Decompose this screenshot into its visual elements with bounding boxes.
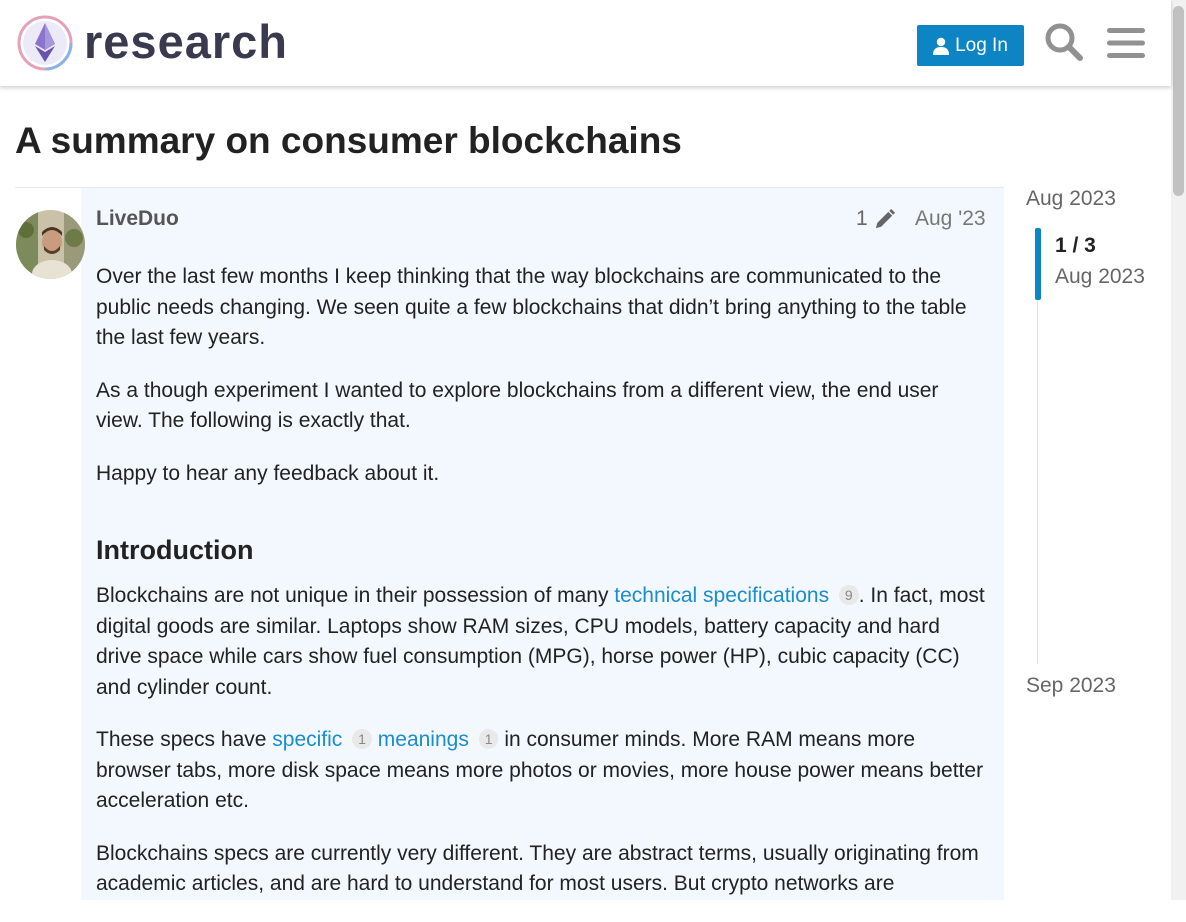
timeline-position: 1 / 3: [1055, 234, 1096, 257]
post-username[interactable]: LiveDuo: [96, 207, 179, 231]
scrollbar-thumb[interactable]: [1173, 6, 1184, 196]
pencil-icon: [875, 208, 895, 228]
post-paragraph: Happy to hear any feedback about it.: [96, 461, 440, 485]
timeline-position-date: Aug 2023: [1055, 265, 1145, 288]
site-header: research Log In: [0, 0, 1171, 86]
post-date[interactable]: Aug '23: [915, 207, 986, 231]
section-heading: Introduction: [96, 535, 254, 565]
paragraph-text: These specs have: [96, 728, 273, 751]
link-click-count: 9: [838, 585, 859, 605]
link-click-count: 1: [478, 729, 499, 749]
post-body: Over the last few months I keep thinking…: [96, 262, 986, 922]
timeline-start-date[interactable]: Aug 2023: [1026, 187, 1116, 211]
post-paragraph: Over the last few months I keep thinking…: [96, 265, 967, 349]
avatar-image: [16, 210, 85, 279]
topic-title[interactable]: A summary on consumer blockchains: [15, 118, 682, 164]
meanings-link[interactable]: meanings: [378, 728, 469, 751]
login-button-label: Log In: [955, 34, 1008, 56]
hamburger-menu-icon[interactable]: [1106, 25, 1146, 61]
post-paragraph: As a though experiment I wanted to explo…: [96, 378, 939, 433]
timeline-end-date[interactable]: Sep 2023: [1026, 674, 1116, 698]
specific-link[interactable]: specific: [272, 728, 342, 751]
edit-history-button[interactable]: 1: [856, 207, 896, 231]
link-click-count: 1: [352, 729, 372, 749]
user-icon: [933, 37, 950, 55]
technical-specifications-link[interactable]: technical specifications: [614, 584, 829, 607]
timeline-handle[interactable]: [1035, 228, 1041, 300]
edit-count: 1: [856, 207, 868, 230]
site-logo-text[interactable]: research: [84, 14, 288, 70]
post-paragraph: Blockchains specs are currently very dif…: [96, 841, 979, 896]
search-icon[interactable]: [1044, 22, 1084, 62]
research-logo-icon[interactable]: [16, 14, 74, 72]
avatar[interactable]: [16, 210, 85, 279]
paragraph-text: Blockchains are not unique in their poss…: [96, 584, 615, 607]
login-button[interactable]: Log In: [917, 25, 1024, 66]
post-paragraph: Blockchains are not unique in their poss…: [96, 581, 986, 703]
post-paragraph: These specs have specific 1 meanings 1 i…: [96, 725, 986, 817]
